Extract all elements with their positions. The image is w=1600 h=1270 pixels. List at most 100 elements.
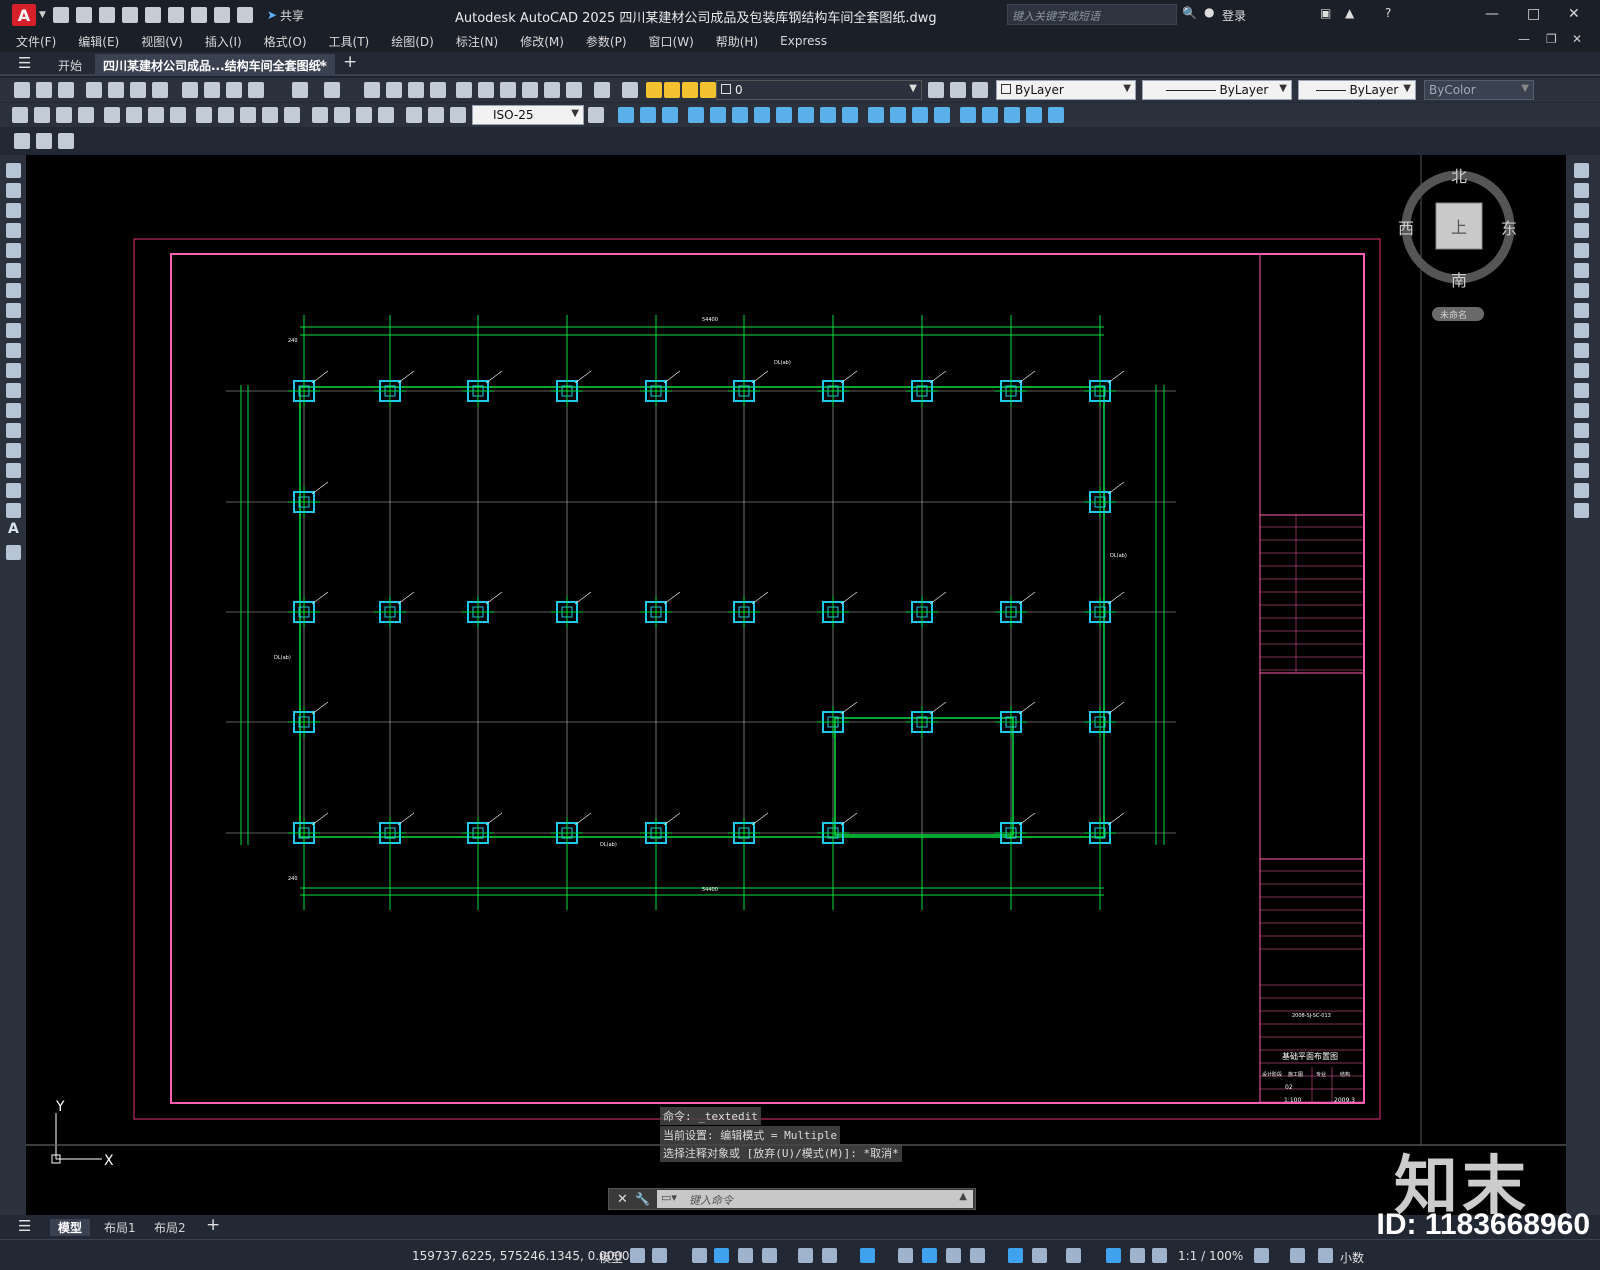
imprint-icon[interactable] — [868, 107, 884, 123]
share-icon[interactable]: ➤ — [267, 8, 277, 22]
compass-west[interactable]: 西 — [1398, 219, 1414, 238]
jogged-dim-icon[interactable] — [126, 107, 142, 123]
design-center-icon[interactable] — [478, 82, 494, 98]
selection-cycling-icon[interactable] — [946, 1248, 961, 1263]
arc-length-icon[interactable] — [56, 107, 72, 123]
construction-line-icon[interactable] — [6, 183, 21, 198]
layer-lock2-icon[interactable] — [700, 82, 716, 98]
separate-icon[interactable] — [912, 107, 928, 123]
color-faces-icon[interactable] — [842, 107, 858, 123]
undo-icon[interactable] — [292, 82, 308, 98]
open-from-web-icon[interactable] — [144, 7, 161, 23]
cart-icon[interactable]: ▣ — [1320, 6, 1331, 20]
new-icon[interactable] — [14, 82, 30, 98]
search-icon[interactable]: 🔍 — [1182, 6, 1197, 20]
color-edges-icon[interactable] — [1026, 107, 1042, 123]
dynamic-ucs-icon[interactable] — [1008, 1248, 1023, 1263]
color-dropdown[interactable]: ByLayer ▼ — [996, 80, 1136, 100]
share-button[interactable]: 共享 — [280, 7, 304, 24]
trim-icon[interactable] — [1574, 343, 1589, 358]
grid-icon[interactable] — [630, 1248, 645, 1263]
annotation-visibility-icon[interactable] — [1106, 1248, 1121, 1263]
union-icon[interactable] — [618, 107, 634, 123]
autocad-logo[interactable]: A — [12, 4, 36, 26]
linear-dim-icon[interactable] — [12, 107, 28, 123]
cut-icon[interactable] — [182, 82, 198, 98]
layer-lock-icon[interactable] — [682, 82, 698, 98]
plot-preview-icon[interactable] — [108, 82, 124, 98]
properties-icon[interactable] — [456, 82, 472, 98]
markup-icon[interactable] — [544, 82, 560, 98]
doc-restore-icon[interactable]: ❐ — [1546, 32, 1557, 46]
menu-insert[interactable]: 插入(I) — [205, 33, 242, 50]
menu-help[interactable]: 帮助(H) — [716, 33, 758, 50]
spline-icon[interactable] — [6, 323, 21, 338]
units-value[interactable]: 小数 — [1340, 1249, 1364, 1266]
ellipse-icon[interactable] — [6, 343, 21, 358]
revision-cloud-icon[interactable] — [6, 303, 21, 318]
menu-file[interactable]: 文件(F) — [16, 33, 56, 50]
make-block-icon[interactable] — [6, 403, 21, 418]
diameter-dim-icon[interactable] — [148, 107, 164, 123]
tab-layout2[interactable]: 布局2 — [154, 1219, 186, 1236]
copy-edges-icon[interactable] — [1004, 107, 1020, 123]
polar-icon[interactable] — [762, 1248, 777, 1263]
tolerance-icon[interactable] — [312, 107, 328, 123]
layout-menu-icon[interactable]: ☰ — [18, 1217, 31, 1235]
dim-break-icon[interactable] — [284, 107, 300, 123]
menu-dimension[interactable]: 标注(N) — [456, 33, 498, 50]
layer-properties-icon[interactable] — [622, 82, 638, 98]
line-icon[interactable] — [6, 163, 21, 178]
model-space-toggle[interactable]: 模型 — [599, 1249, 623, 1266]
quick-dim-icon[interactable] — [196, 107, 212, 123]
radius-dim-icon[interactable] — [104, 107, 120, 123]
save-icon[interactable] — [58, 82, 74, 98]
tab-layout1[interactable]: 布局1 — [104, 1219, 136, 1236]
workspace-icon[interactable] — [1254, 1248, 1269, 1263]
extend-icon[interactable] — [1574, 363, 1589, 378]
check-icon[interactable] — [960, 107, 976, 123]
new-file-icon[interactable] — [52, 7, 69, 23]
arc-icon[interactable] — [6, 263, 21, 278]
hamburger-menu-icon[interactable]: ☰ — [18, 54, 31, 72]
layer-states-icon[interactable] — [972, 82, 988, 98]
polyline-icon[interactable] — [6, 203, 21, 218]
menu-format[interactable]: 格式(O) — [264, 33, 307, 50]
linetype-dropdown[interactable]: ByLayer ▼ — [1142, 80, 1292, 100]
layer-previous-icon[interactable] — [950, 82, 966, 98]
stretch-icon[interactable] — [1574, 323, 1589, 338]
ellipse-arc-icon[interactable] — [6, 363, 21, 378]
jogged-linear-icon[interactable] — [378, 107, 394, 123]
layer-freeze-icon[interactable] — [664, 82, 680, 98]
command-input[interactable]: ▭▾ 键入命令 ▲ — [657, 1190, 973, 1208]
copy-icon[interactable] — [204, 82, 220, 98]
user-icon[interactable]: ● — [1204, 5, 1214, 19]
join-icon[interactable] — [1574, 423, 1589, 438]
auto-scale-icon[interactable] — [1130, 1248, 1145, 1263]
tab-close-icon[interactable]: × — [316, 56, 326, 70]
doc-minimize-icon[interactable]: — — [1518, 32, 1530, 46]
erase-icon[interactable] — [1574, 163, 1589, 178]
drawing-canvas[interactable]: 54400 54400 240 240 DL(ab) DL(ab) DL(ab)… — [26, 155, 1566, 1215]
paste-icon[interactable] — [226, 82, 242, 98]
mirror-icon[interactable] — [1574, 203, 1589, 218]
table-icon[interactable] — [6, 503, 21, 518]
lineweight-dropdown[interactable]: ByLayer ▼ — [1298, 80, 1416, 100]
isodraft-icon[interactable] — [798, 1248, 813, 1263]
continue-dim-icon[interactable] — [240, 107, 256, 123]
make-current-icon[interactable] — [928, 82, 944, 98]
intersect-icon[interactable] — [662, 107, 678, 123]
zoom-window-icon[interactable] — [408, 82, 424, 98]
pan-icon[interactable] — [364, 82, 380, 98]
tab-model[interactable]: 模型 — [50, 1219, 91, 1236]
close-icon[interactable]: ✕ — [1568, 6, 1580, 22]
hatch-icon[interactable] — [6, 443, 21, 458]
open-file-icon[interactable] — [75, 7, 92, 23]
maximize-icon[interactable]: □ — [1527, 6, 1540, 22]
tab-start[interactable]: 开始 — [50, 54, 90, 76]
scale-icon[interactable] — [1574, 303, 1589, 318]
redo-icon[interactable] — [236, 7, 253, 23]
zoom-realtime-icon[interactable] — [386, 82, 402, 98]
save-as-icon[interactable] — [121, 7, 138, 23]
ortho-icon[interactable] — [738, 1248, 753, 1263]
